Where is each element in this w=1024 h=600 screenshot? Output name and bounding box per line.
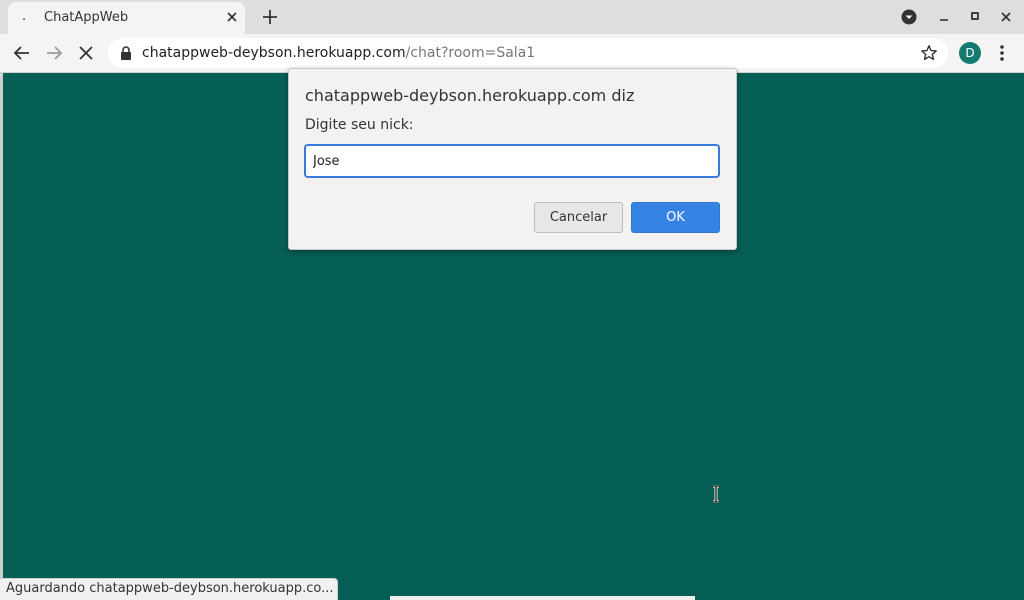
url-host: chatappweb-deybson.herokuapp.com [142,45,406,61]
text-cursor-icon [713,485,719,503]
url-text[interactable]: chatappweb-deybson.herokuapp.com/chat?ro… [142,44,535,62]
kebab-menu-icon[interactable] [994,42,1010,64]
url-path: /chat?room=Sala1 [405,45,536,61]
bottom-strip [390,596,695,600]
ok-button[interactable]: OK [631,202,720,233]
minimize-icon[interactable] [935,8,953,26]
forward-arrow-icon[interactable] [43,42,65,64]
avatar[interactable]: D [959,42,981,64]
dialog-origin: chatappweb-deybson.herokuapp.com diz [305,86,635,105]
maximize-icon[interactable] [966,8,984,26]
stop-icon[interactable] [75,42,97,64]
browser-tab[interactable]: . ChatAppWeb [8,2,245,34]
tab-strip: . ChatAppWeb [0,0,1024,34]
status-bubble: Aguardando chatappweb-deybson.herokuapp.… [0,578,338,600]
prompt-dialog: chatappweb-deybson.herokuapp.com diz Dig… [288,68,737,250]
close-icon[interactable] [224,9,240,25]
back-arrow-icon[interactable] [11,42,33,64]
tab-search-icon[interactable] [900,8,918,26]
plus-icon[interactable] [259,6,281,28]
tab-title: ChatAppWeb [44,10,129,25]
tab-loading-indicator: . [22,9,27,24]
lock-icon[interactable] [120,46,132,60]
nick-input[interactable] [304,144,720,178]
window-close-icon[interactable] [997,8,1015,26]
cancel-button[interactable]: Cancelar [534,202,623,233]
address-bar[interactable]: chatappweb-deybson.herokuapp.com/chat?ro… [108,38,948,68]
star-icon[interactable] [920,44,938,62]
dialog-label: Digite seu nick: [305,117,414,133]
